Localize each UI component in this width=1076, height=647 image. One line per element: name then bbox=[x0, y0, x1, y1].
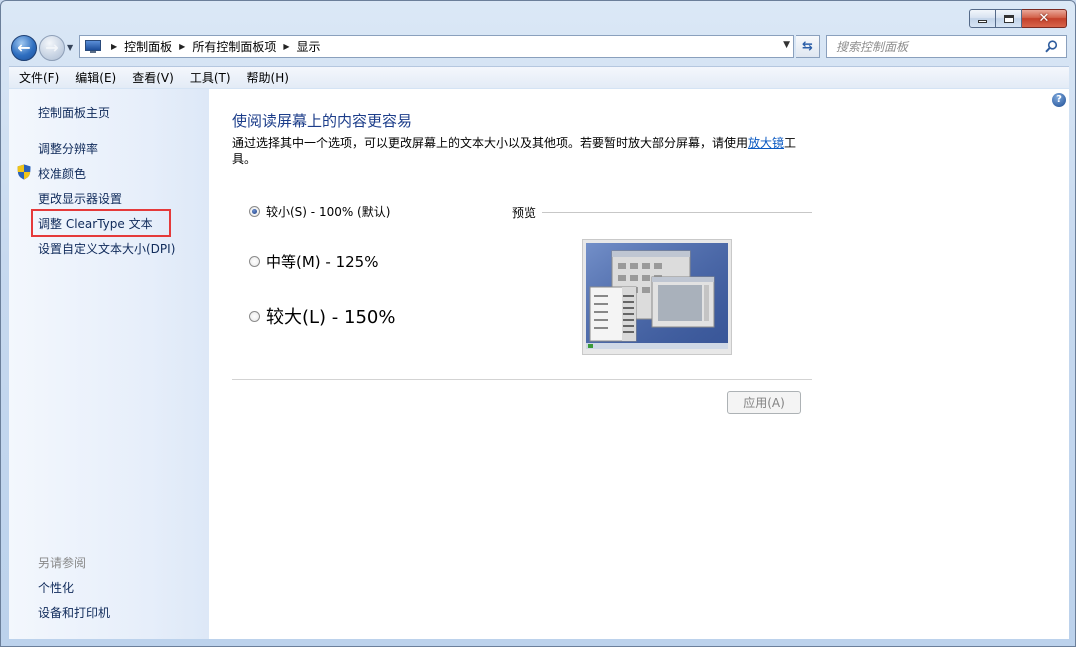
forward-button[interactable]: → bbox=[39, 35, 65, 61]
menu-bar: 文件(F) 编辑(E) 查看(V) 工具(T) 帮助(H) bbox=[9, 66, 1069, 88]
sidebar-item-devices-printers[interactable]: 设备和打印机 bbox=[38, 604, 110, 621]
option-larger-label: 较大(L) - 150% bbox=[266, 307, 396, 328]
preview-divider bbox=[542, 212, 812, 213]
chevron-right-icon[interactable]: ▶ bbox=[111, 42, 117, 51]
page-title: 使阅读屏幕上的内容更容易 bbox=[232, 112, 413, 130]
shield-icon bbox=[17, 164, 31, 180]
sidebar-item-display-settings[interactable]: 更改显示器设置 bbox=[38, 190, 122, 207]
preview-label: 预览 bbox=[512, 206, 537, 220]
close-button[interactable]: ✕ bbox=[1022, 9, 1067, 28]
option-medium[interactable]: 中等(M) - 125% bbox=[249, 251, 378, 272]
back-arrow-icon: ← bbox=[17, 38, 31, 57]
window-caption-buttons: ✕ bbox=[969, 9, 1067, 28]
radio-larger[interactable] bbox=[249, 310, 260, 322]
menu-tools[interactable]: 工具(T) bbox=[182, 69, 239, 86]
chevron-right-icon[interactable]: ▶ bbox=[283, 42, 289, 51]
search-box[interactable] bbox=[826, 35, 1067, 58]
sidebar-item-custom-dpi[interactable]: 设置自定义文本大小(DPI) bbox=[38, 240, 175, 257]
sidebar-item-cleartype[interactable]: 调整 ClearType 文本 bbox=[38, 215, 153, 232]
option-smaller[interactable]: 较小(S) - 100% (默认) bbox=[249, 203, 390, 220]
display-preview-image bbox=[582, 239, 732, 355]
help-icon[interactable]: ? bbox=[1052, 93, 1066, 107]
sidebar-item-resolution[interactable]: 调整分辨率 bbox=[38, 140, 98, 157]
chevron-right-icon[interactable]: ▶ bbox=[179, 42, 185, 51]
breadcrumb-item[interactable]: 显示 bbox=[297, 38, 321, 55]
menu-help[interactable]: 帮助(H) bbox=[239, 69, 297, 86]
back-button[interactable]: ← bbox=[11, 35, 37, 61]
description-text: 通过选择其中一个选项，可以更改屏幕上的文本大小以及其他项。若要暂时放大部分屏幕，… bbox=[232, 136, 749, 150]
page-description: 通过选择其中一个选项，可以更改屏幕上的文本大小以及其他项。若要暂时放大部分屏幕，… bbox=[232, 135, 812, 167]
sidebar-item-personalization[interactable]: 个性化 bbox=[38, 579, 74, 596]
refresh-icon: ⇆ bbox=[802, 39, 813, 54]
minimize-icon bbox=[978, 20, 987, 23]
option-larger[interactable]: 较大(L) - 150% bbox=[249, 303, 395, 329]
maximize-icon bbox=[1003, 14, 1014, 23]
option-smaller-label: 较小(S) - 100% (默认) bbox=[266, 205, 391, 219]
close-icon: ✕ bbox=[1038, 11, 1050, 26]
menu-edit[interactable]: 编辑(E) bbox=[67, 69, 124, 86]
address-bar[interactable]: ▶ 控制面板 ▶ 所有控制面板项 ▶ 显示 ▼ bbox=[79, 35, 794, 58]
sidebar-item-home[interactable]: 控制面板主页 bbox=[38, 104, 110, 121]
breadcrumb: ▶ 控制面板 ▶ 所有控制面板项 ▶ 显示 bbox=[107, 38, 321, 55]
search-input[interactable] bbox=[836, 39, 1046, 54]
minimize-button[interactable] bbox=[969, 9, 996, 28]
search-icon[interactable] bbox=[1045, 40, 1058, 53]
magnifier-link[interactable]: 放大镜 bbox=[748, 136, 784, 150]
breadcrumb-item[interactable]: 所有控制面板项 bbox=[192, 38, 276, 55]
control-panel-icon bbox=[85, 40, 101, 53]
menu-file[interactable]: 文件(F) bbox=[11, 69, 67, 86]
recent-pages-dropdown[interactable]: ▼ bbox=[67, 43, 73, 52]
apply-button[interactable]: 应用(A) bbox=[727, 391, 801, 414]
see-also-title: 另请参阅 bbox=[38, 556, 87, 570]
sidebar: 控制面板主页 调整分辨率 校准颜色 更改显示器设置 调整 ClearType 文… bbox=[9, 89, 209, 639]
sidebar-item-calibrate-color[interactable]: 校准颜色 bbox=[38, 165, 86, 182]
maximize-button[interactable] bbox=[996, 9, 1022, 28]
content-divider bbox=[232, 379, 812, 380]
address-dropdown-icon[interactable]: ▼ bbox=[783, 40, 790, 50]
main-content: ? 使阅读屏幕上的内容更容易 通过选择其中一个选项，可以更改屏幕上的文本大小以及… bbox=[209, 89, 1069, 639]
breadcrumb-item[interactable]: 控制面板 bbox=[124, 38, 172, 55]
option-medium-label: 中等(M) - 125% bbox=[266, 253, 379, 271]
control-panel-window: ✕ ← → ▼ ▶ 控制面板 ▶ 所有控制面板项 ▶ 显示 ▼ ⇆ 搜索控制面板… bbox=[0, 0, 1076, 647]
menu-view[interactable]: 查看(V) bbox=[124, 69, 182, 86]
radio-smaller[interactable] bbox=[249, 206, 260, 217]
radio-medium[interactable] bbox=[249, 256, 260, 267]
forward-arrow-icon: → bbox=[45, 38, 59, 57]
refresh-button[interactable]: ⇆ bbox=[796, 35, 820, 58]
